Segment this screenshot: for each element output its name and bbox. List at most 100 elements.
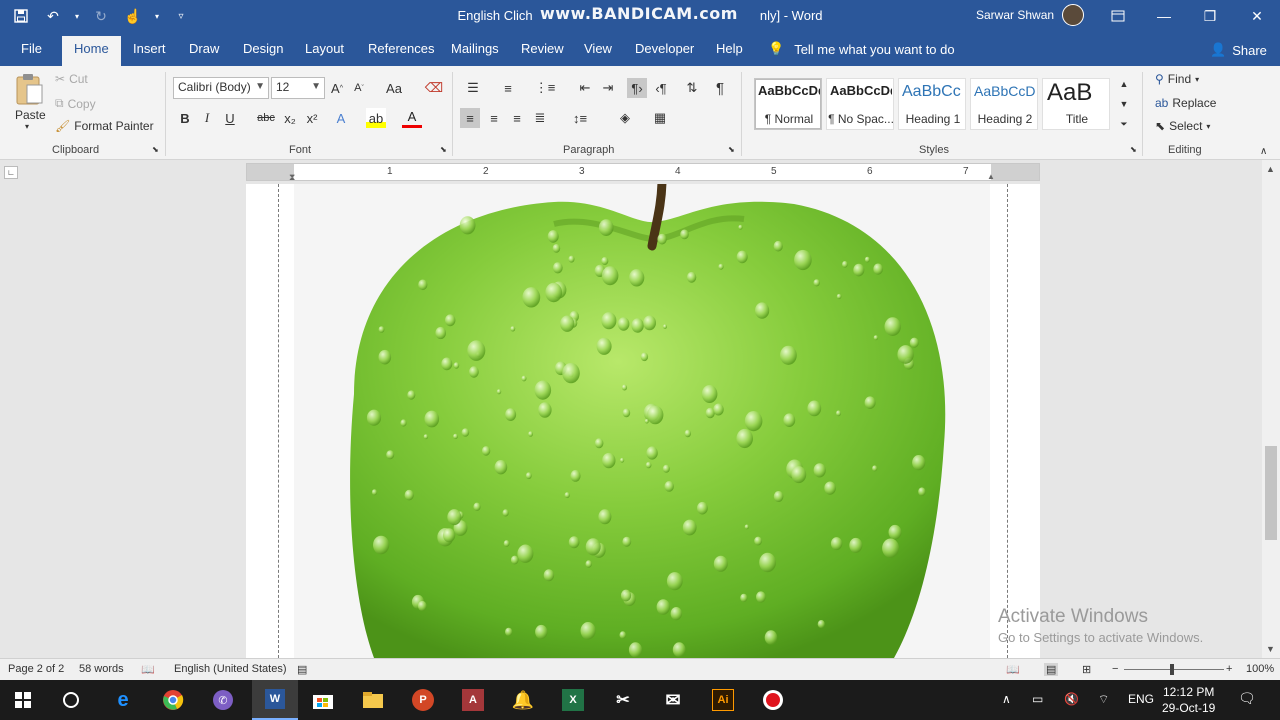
styles-more-icon[interactable]: ⏷ [1114, 114, 1134, 134]
page-count[interactable]: Page 2 of 2 [8, 663, 64, 675]
powerpoint-icon[interactable]: P [408, 686, 438, 714]
horizontal-ruler[interactable]: 1 2 3 4 5 6 7 ⧗ ▲ [246, 163, 1040, 182]
word-taskbar-icon[interactable]: W [252, 680, 298, 720]
windows-start-icon[interactable] [8, 686, 38, 714]
zoom-level[interactable]: 100% [1246, 663, 1274, 675]
action-center-icon[interactable]: 🗨 [1238, 690, 1256, 707]
save-icon[interactable] [8, 3, 34, 29]
tray-expand-icon[interactable]: ∧ [1002, 692, 1011, 706]
tab-home[interactable]: Home [62, 36, 121, 66]
text-effects-icon[interactable]: A [331, 108, 351, 128]
style-heading-2[interactable]: AaBbCcD Heading 2 [970, 78, 1038, 130]
superscript-button[interactable]: x² [302, 108, 322, 128]
styles-scroll-down-icon[interactable]: ▼ [1114, 94, 1134, 114]
rtl-icon[interactable]: ‹¶ [651, 78, 671, 98]
font-size-select[interactable]: 12 ▼ [271, 77, 325, 99]
restore-icon[interactable]: ❐ [1187, 0, 1233, 32]
web-layout-icon[interactable]: ⊞ [1082, 663, 1091, 676]
share-button[interactable]: 👤 Share [1210, 42, 1267, 58]
clipboard-launcher-icon[interactable]: ⬊ [152, 145, 159, 154]
store-icon[interactable] [308, 686, 338, 714]
clear-formatting-icon[interactable]: ⌫ [424, 78, 444, 98]
tab-selector-icon[interactable]: ∟ [4, 166, 18, 179]
tab-file[interactable]: File [21, 39, 42, 66]
format-painter-button[interactable]: 🖌 Format Painter [55, 119, 154, 133]
ribbon-display-options-icon[interactable] [1095, 0, 1141, 32]
strikethrough-button[interactable]: abc [255, 108, 277, 128]
paste-dropdown-icon[interactable]: ▾ [25, 122, 29, 131]
viber-icon[interactable]: ✆ [208, 686, 238, 714]
edge-icon[interactable]: e [108, 686, 138, 714]
excel-icon[interactable]: X [558, 686, 588, 714]
mail-icon[interactable]: ✉ [658, 686, 688, 714]
increase-indent-icon[interactable]: ⇥ [598, 78, 618, 98]
style-title[interactable]: AaB Title [1042, 78, 1110, 130]
sort-icon[interactable]: ⇅ [682, 78, 702, 98]
underline-button[interactable]: U [220, 108, 240, 128]
numbering-icon[interactable]: ≡ [498, 78, 518, 98]
bold-button[interactable]: B [175, 108, 195, 128]
file-explorer-icon[interactable] [358, 686, 388, 714]
tab-review[interactable]: Review [521, 39, 564, 66]
scroll-up-icon[interactable]: ▲ [1266, 164, 1275, 174]
shrink-font-button[interactable]: Aˇ [349, 78, 369, 98]
font-family-select[interactable]: Calibri (Body) ▼ [173, 77, 269, 99]
highlight-icon[interactable]: ab [366, 108, 386, 128]
find-button[interactable]: ⚲ Find ▾ [1155, 72, 1199, 86]
vertical-scrollbar[interactable]: ▲ ▼ [1262, 160, 1280, 658]
bullets-icon[interactable]: ☰ [463, 78, 483, 98]
align-center-icon[interactable]: ≡ [484, 108, 504, 128]
show-formatting-button[interactable]: ¶ [710, 78, 730, 98]
scroll-down-icon[interactable]: ▼ [1266, 644, 1275, 654]
change-case-button[interactable]: Aa [380, 78, 408, 98]
volume-icon[interactable]: 🔇 [1064, 692, 1079, 706]
tab-draw[interactable]: Draw [189, 39, 219, 66]
style-normal[interactable]: AaBbCcDd ¶ Normal [754, 78, 822, 130]
styles-launcher-icon[interactable]: ⬊ [1130, 145, 1137, 154]
paste-label[interactable]: Paste [15, 108, 46, 122]
cut-button[interactable]: ✂ Cut [55, 72, 88, 86]
bandicam-record-icon[interactable] [758, 686, 788, 714]
snipping-tool-icon[interactable]: ✂ [608, 686, 638, 714]
paragraph-launcher-icon[interactable]: ⬊ [728, 145, 735, 154]
ltr-icon[interactable]: ¶› [627, 78, 647, 98]
tab-layout[interactable]: Layout [305, 39, 344, 66]
word-count[interactable]: 58 words [79, 663, 124, 675]
notification-bell-icon[interactable]: 🔔 [508, 686, 538, 714]
minimize-icon[interactable]: — [1141, 0, 1187, 32]
touch-mode-dropdown-icon[interactable]: ▾ [152, 3, 162, 29]
decrease-indent-icon[interactable]: ⇤ [575, 78, 595, 98]
tell-me-search[interactable]: 💡 Tell me what you want to do [768, 41, 955, 57]
scroll-thumb[interactable] [1265, 446, 1277, 540]
access-icon[interactable]: A [458, 686, 488, 714]
redo-icon[interactable]: ↻ [88, 3, 114, 29]
tab-help[interactable]: Help [716, 39, 743, 66]
read-mode-icon[interactable]: 📖 [1006, 663, 1020, 676]
italic-button[interactable]: I [197, 108, 217, 128]
zoom-slider-thumb[interactable] [1170, 664, 1174, 675]
avatar[interactable] [1062, 4, 1084, 26]
tab-developer[interactable]: Developer [635, 39, 694, 66]
multilevel-list-icon[interactable]: ⋮≡ [535, 78, 556, 98]
language-indicator[interactable]: English (United States) [174, 663, 287, 675]
align-right-icon[interactable]: ≡ [507, 108, 527, 128]
zoom-in-icon[interactable]: + [1226, 663, 1232, 675]
zoom-slider[interactable] [1124, 669, 1224, 670]
apple-image[interactable] [294, 184, 990, 658]
macro-icon[interactable]: ▤ [297, 663, 307, 676]
borders-icon[interactable]: ▦ [650, 108, 670, 128]
align-left-icon[interactable]: ≡ [460, 108, 480, 128]
undo-dropdown-icon[interactable]: ▾ [72, 3, 82, 29]
copy-button[interactable]: ⧉ Copy [55, 96, 96, 111]
close-icon[interactable]: ✕ [1234, 0, 1280, 32]
font-color-icon[interactable]: A [402, 108, 422, 128]
user-name[interactable]: Sarwar Shwan [976, 8, 1054, 22]
tab-view[interactable]: View [584, 39, 612, 66]
touch-mode-icon[interactable]: ☝ [120, 3, 146, 29]
line-spacing-icon[interactable]: ↕≡ [570, 108, 590, 128]
wifi-icon[interactable]: ⌔ [1098, 692, 1109, 707]
tab-design[interactable]: Design [243, 39, 283, 66]
shading-icon[interactable]: ◈ [615, 108, 635, 128]
zoom-out-icon[interactable]: − [1112, 663, 1118, 675]
tab-mailings[interactable]: Mailings [451, 39, 499, 66]
